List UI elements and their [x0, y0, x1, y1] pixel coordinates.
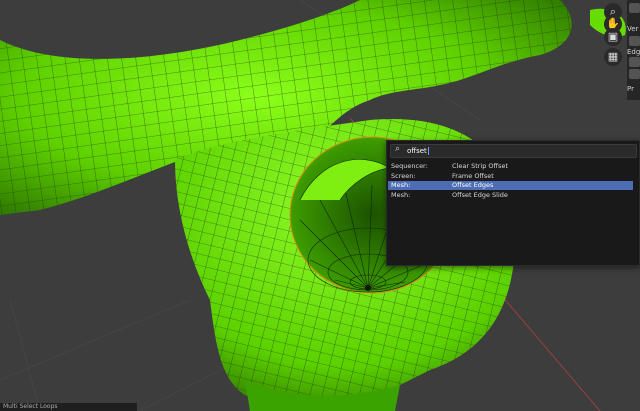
result-label: Clear Strip Offset	[452, 162, 508, 170]
search-icon: ⌕	[395, 144, 401, 154]
result-category: Mesh:	[391, 181, 411, 189]
result-category: Mesh:	[391, 191, 411, 199]
result-label: Offset Edges	[452, 181, 494, 189]
grid-icon: ▦	[607, 50, 619, 63]
sidebar-field[interactable]	[629, 69, 640, 79]
sidebar-field[interactable]	[629, 36, 640, 46]
search-input[interactable]: ⌕ offset	[390, 144, 637, 158]
sidebar-button[interactable]	[629, 3, 640, 13]
text-caret	[427, 147, 429, 155]
result-label: Frame Offset	[452, 172, 494, 180]
sidebar-label-vertex: Ver	[627, 25, 639, 33]
operator-search-popup: ⌕ offset Sequencer: Clear Strip Offset S…	[386, 140, 640, 266]
sidebar-panel: Ver Edg Pr	[627, 0, 640, 100]
search-result-item[interactable]: Sequencer: Clear Strip Offset	[388, 162, 633, 171]
search-query: offset	[407, 147, 427, 155]
status-bar-text: Multi Select Loops	[0, 403, 137, 411]
result-label: Offset Edge Slide	[452, 191, 508, 199]
search-result-item-active[interactable]: Mesh: Offset Edges	[388, 181, 633, 190]
ortho-toggle-button[interactable]: ▦	[604, 48, 622, 66]
camera-view-button[interactable]: ▣	[604, 28, 622, 46]
result-category: Sequencer:	[391, 162, 428, 170]
search-result-item[interactable]: Mesh: Offset Edge Slide	[388, 191, 633, 200]
sidebar-label-properties: Pr	[627, 85, 634, 93]
sidebar-label-edge: Edg	[627, 48, 640, 56]
result-category: Screen:	[391, 172, 416, 180]
camera-icon: ▣	[607, 30, 619, 43]
search-result-item[interactable]: Screen: Frame Offset	[388, 172, 633, 181]
sidebar-field[interactable]	[629, 57, 640, 67]
